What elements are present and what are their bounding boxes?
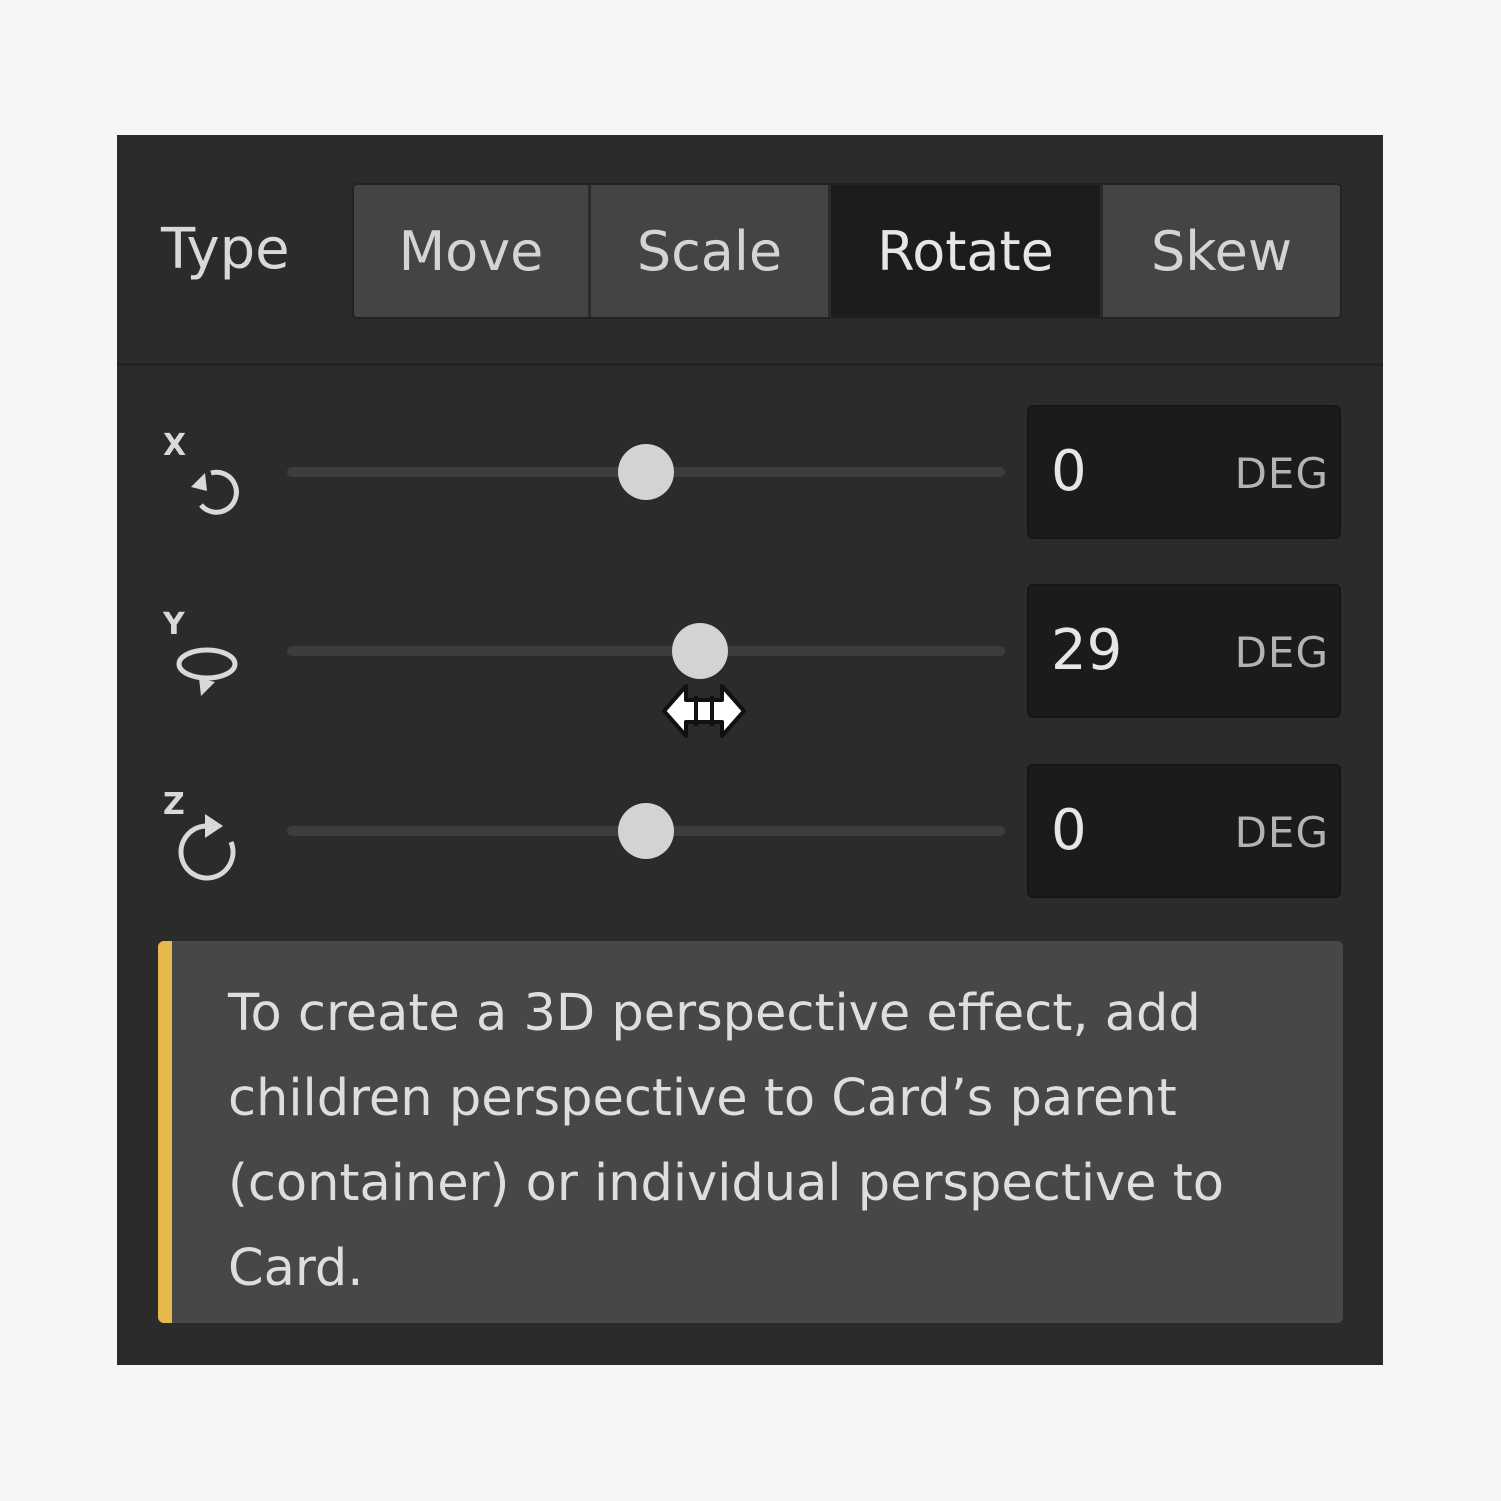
rotate-y-slider-thumb[interactable] [671,623,728,679]
rotate-y-value-input[interactable] [1051,618,1221,684]
svg-text:Y: Y [162,607,186,642]
rotate-z-unit[interactable]: DEG [1235,808,1329,858]
svg-text:Z: Z [163,787,185,822]
rotate-z-row: Z DEG [117,764,1383,900]
rotate-y-input-box[interactable]: DEG [1027,584,1341,718]
rotate-x-icon: X [163,428,239,515]
type-scale-button[interactable]: Scale [591,185,831,317]
rotate-x-value-input[interactable] [1051,439,1221,505]
type-skew-button[interactable]: Skew [1103,185,1340,317]
perspective-note: To create a 3D perspective effect, add c… [158,941,1343,1323]
note-accent-bar [158,941,172,1323]
svg-text:X: X [163,428,186,463]
rotate-y-icon: Y [162,607,238,696]
note-text: To create a 3D perspective effect, add c… [228,984,1224,1298]
rotate-z-icon: Z [163,787,236,881]
rotate-x-row: X DEG [117,405,1383,541]
rotate-x-slider-thumb[interactable] [618,444,674,500]
rotate-z-slider-track[interactable] [287,803,1005,859]
type-move-button[interactable]: Move [354,185,591,317]
rotate-y-unit[interactable]: DEG [1235,628,1329,678]
type-row: Type Move Scale Rotate Skew [117,135,1383,366]
rotate-x-slider-track[interactable] [287,444,1005,500]
type-segmented-control: Move Scale Rotate Skew [352,183,1342,319]
rotate-z-slider-thumb[interactable] [618,803,674,859]
rotate-z-input-box[interactable]: DEG [1027,764,1341,898]
rotate-x-input-box[interactable]: DEG [1027,405,1341,539]
rotate-z-value-input[interactable] [1051,798,1221,864]
resize-horizontal-icon [662,684,746,738]
rotate-x-unit[interactable]: DEG [1235,449,1329,499]
type-label: Type [161,217,290,282]
rotate-y-slider-track[interactable] [287,623,1005,679]
rotate-y-row: Y DEG [117,584,1383,720]
transform-panel: Type Move Scale Rotate Skew X DEG Y [117,135,1383,1365]
type-rotate-button[interactable]: Rotate [831,185,1103,317]
